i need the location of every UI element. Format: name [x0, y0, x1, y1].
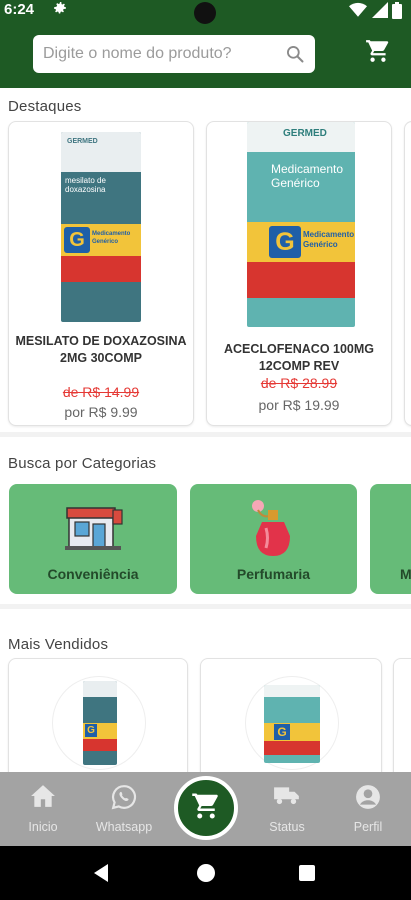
product-card[interactable]: G	[8, 658, 188, 788]
category-label: Conveniência	[47, 566, 139, 582]
highlights-title: Destaques	[8, 98, 82, 115]
category-label: M	[400, 566, 411, 582]
product-brand: GERMED	[67, 138, 98, 145]
product-name: MESILATO DE DOXAZOSINA 2MG 30COMP	[15, 334, 187, 365]
product-image: G	[246, 677, 338, 769]
product-card[interactable]: GERMED mesilato de doxazosina G Medicame…	[8, 121, 194, 426]
search-icon[interactable]	[285, 44, 305, 64]
search-placeholder: Digite o nome do produto?	[43, 45, 232, 62]
cart-icon[interactable]	[365, 38, 391, 69]
home-icon	[30, 784, 56, 811]
app-header: 6:24 Digite o nome do produto?	[0, 0, 411, 88]
home-circle-icon[interactable]	[197, 864, 215, 882]
cart-fab-button[interactable]	[174, 776, 238, 840]
product-brand: GERMED	[283, 128, 327, 139]
profile-icon	[355, 784, 381, 813]
product-new-price: por R$ 19.99	[258, 397, 340, 413]
product-card-partial[interactable]	[393, 658, 411, 788]
nav-item-inicio[interactable]: Inicio	[8, 772, 78, 846]
product-box-title: Medicamento Genérico	[271, 162, 344, 190]
section-divider	[0, 432, 411, 437]
product-new-price: por R$ 9.99	[64, 404, 138, 420]
perfume-icon	[248, 498, 298, 563]
category-card[interactable]: M	[370, 484, 411, 594]
wifi-icon	[349, 2, 367, 22]
recents-icon[interactable]	[299, 865, 315, 881]
product-old-price: de R$ 14.99	[62, 384, 140, 400]
app-screen: 6:24 Digite o nome do produto? Destaques	[0, 0, 411, 900]
best-sellers-title: Mais Vendidos	[8, 636, 109, 653]
nav-label: Status	[269, 820, 305, 834]
product-image: GERMED mesilato de doxazosina G Medicame…	[61, 132, 141, 322]
product-image: GERMED Medicamento Genérico G Medicament…	[247, 122, 355, 327]
product-old-price: de R$ 28.99	[260, 375, 338, 391]
nav-label: Perfil	[353, 820, 383, 834]
signal-icon	[372, 2, 388, 22]
nav-item-perfil[interactable]: Perfil	[333, 772, 403, 846]
whatsapp-icon	[111, 784, 137, 813]
status-bar: 6:24	[0, 0, 411, 24]
product-card-partial[interactable]	[404, 121, 411, 426]
system-nav-bar	[0, 846, 411, 900]
nav-label: Inicio	[28, 820, 58, 834]
category-label: Perfumaria	[236, 566, 311, 582]
product-image: G	[53, 677, 145, 769]
nav-label: Whatsapp	[95, 820, 153, 834]
category-card[interactable]: Conveniência	[9, 484, 177, 594]
nav-item-status[interactable]: Status	[252, 772, 322, 846]
product-card[interactable]: GERMED Medicamento Genérico G Medicament…	[206, 121, 392, 426]
cart-icon	[191, 791, 221, 826]
section-divider	[0, 604, 411, 609]
store-icon	[65, 502, 125, 555]
search-input[interactable]: Digite o nome do produto?	[33, 35, 315, 73]
product-name: ACECLOFENACO 100MG 12COMP REV	[223, 342, 375, 373]
settings-icon	[52, 0, 68, 20]
product-card[interactable]: G	[200, 658, 382, 788]
truck-icon	[273, 784, 301, 811]
camera-cutout	[194, 2, 216, 24]
status-time: 6:24	[4, 1, 35, 18]
category-card[interactable]: Perfumaria	[190, 484, 357, 594]
product-box-line: Medicamento Genérico	[92, 231, 131, 245]
back-icon[interactable]	[94, 864, 110, 887]
nav-item-whatsapp[interactable]: Whatsapp	[89, 772, 159, 846]
categories-title: Busca por Categorias	[8, 455, 157, 472]
product-box-line: Medicamento Genérico	[303, 230, 355, 249]
battery-icon	[392, 2, 402, 23]
product-box-title: mesilato de doxazosina	[65, 176, 106, 194]
